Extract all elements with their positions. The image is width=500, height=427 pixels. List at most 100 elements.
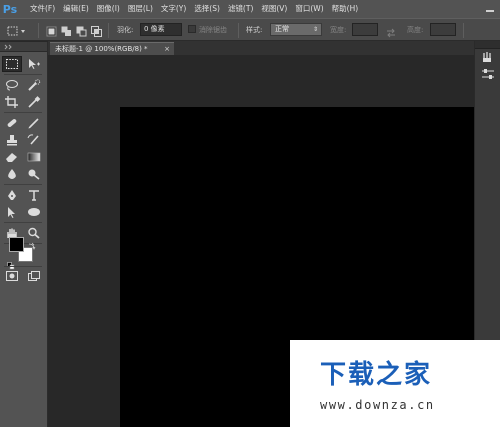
separator xyxy=(108,23,109,38)
healing-brush-icon xyxy=(7,119,17,127)
subtract-selection-icon[interactable] xyxy=(75,23,88,37)
screen-mode-button[interactable] xyxy=(24,268,44,284)
screen-mode-icon xyxy=(28,271,40,281)
menu-filter[interactable]: 滤镜(T) xyxy=(224,0,257,18)
dodge-tool[interactable] xyxy=(24,166,44,182)
type-icon xyxy=(29,190,39,201)
antialias-label: 消除锯齿 xyxy=(199,26,227,34)
menu-type[interactable]: 文字(Y) xyxy=(157,0,190,18)
move-icon xyxy=(29,59,40,69)
quick-mask-button[interactable] xyxy=(2,268,22,284)
history-brush-tool[interactable] xyxy=(24,132,44,148)
brush-tool[interactable] xyxy=(24,115,44,131)
path-selection-icon xyxy=(8,207,15,218)
quick-selection-icon xyxy=(28,79,41,91)
gradient-icon xyxy=(27,152,41,162)
quick-mask-icon xyxy=(6,271,18,281)
path-selection-tool[interactable] xyxy=(2,204,22,220)
menu-select[interactable]: 选择(S) xyxy=(190,0,224,18)
separator xyxy=(4,74,42,75)
default-colors-icon[interactable] xyxy=(7,255,15,270)
width-input[interactable] xyxy=(352,23,378,36)
menu-window[interactable]: 窗口(W) xyxy=(291,0,327,18)
eraser-tool[interactable] xyxy=(2,149,22,165)
eyedropper-icon xyxy=(28,96,41,108)
ellipse-tool[interactable] xyxy=(24,204,44,220)
lasso-tool[interactable] xyxy=(2,77,22,93)
brush-presets-button[interactable] xyxy=(480,51,496,65)
pen-tool[interactable] xyxy=(2,187,22,203)
separator xyxy=(4,184,42,185)
intersect-selection-icon[interactable] xyxy=(90,23,103,37)
crop-icon xyxy=(5,96,18,108)
style-label: 样式: xyxy=(246,26,263,34)
clone-stamp-tool[interactable] xyxy=(2,132,22,148)
brush-icon xyxy=(28,118,39,129)
document-tab-title: 未标题-1 @ 100%(RGB/8) * xyxy=(55,45,148,53)
width-label: 宽度: xyxy=(330,26,347,34)
document-tab-bar: 未标题-1 @ 100%(RGB/8) * × xyxy=(48,41,474,55)
separator xyxy=(4,112,42,113)
menu-view[interactable]: 视图(V) xyxy=(257,0,291,18)
history-brush-icon xyxy=(27,134,39,145)
separator xyxy=(238,23,239,38)
dodge-icon xyxy=(28,169,40,180)
style-select-value: 正常 xyxy=(275,25,289,33)
watermark-title: 下载之家 xyxy=(320,360,433,390)
marquee-preset-icon[interactable] xyxy=(6,23,25,36)
separator xyxy=(4,266,42,267)
adjust-button[interactable] xyxy=(480,67,496,81)
minimize-icon[interactable] xyxy=(480,0,500,18)
swap-dimensions-icon[interactable] xyxy=(385,24,397,38)
add-selection-icon[interactable] xyxy=(60,23,73,36)
tools-panel-header[interactable] xyxy=(0,42,47,52)
adjust-icon xyxy=(482,69,494,79)
new-selection-icon[interactable] xyxy=(45,23,58,37)
quick-selection-tool[interactable] xyxy=(24,77,44,93)
window-controls xyxy=(480,0,500,18)
rect-marquee-icon xyxy=(6,59,18,69)
crop-tool[interactable] xyxy=(2,94,22,110)
move-tool[interactable] xyxy=(24,56,44,72)
swap-colors-icon[interactable] xyxy=(28,235,36,250)
menu-layer[interactable]: 图层(L) xyxy=(124,0,157,18)
style-select[interactable]: 正常 ⇕ xyxy=(270,23,322,36)
tools-panel xyxy=(0,42,48,427)
feather-input[interactable]: 0 像素 xyxy=(140,23,182,36)
spot-healing-tool[interactable] xyxy=(2,115,22,131)
stamp-icon xyxy=(7,135,17,146)
height-input[interactable] xyxy=(430,23,456,36)
menu-image[interactable]: 图像(I) xyxy=(93,0,124,18)
blur-drop-icon xyxy=(8,169,16,179)
gradient-tool[interactable] xyxy=(24,149,44,165)
feather-label: 羽化: xyxy=(117,26,134,34)
close-icon[interactable]: × xyxy=(164,43,170,55)
menu-edit[interactable]: 编辑(E) xyxy=(59,0,93,18)
eyedropper-tool[interactable] xyxy=(24,94,44,110)
rect-marquee-tool[interactable] xyxy=(2,56,22,72)
pen-icon xyxy=(8,190,16,200)
ellipse-icon xyxy=(28,208,40,216)
menu-bar: Ps 文件(F) 编辑(E) 图像(I) 图层(L) 文字(Y) 选择(S) 滤… xyxy=(0,0,500,18)
menu-file[interactable]: 文件(F) xyxy=(26,0,59,18)
type-tool[interactable] xyxy=(24,187,44,203)
separator xyxy=(38,23,39,38)
blur-tool[interactable] xyxy=(2,166,22,182)
separator xyxy=(4,222,42,223)
menu-help[interactable]: 帮助(H) xyxy=(328,0,363,18)
watermark-url: www.downza.cn xyxy=(320,398,435,412)
separator xyxy=(463,23,464,38)
height-label: 高度: xyxy=(407,26,424,34)
lasso-icon xyxy=(6,80,18,91)
chevron-updown-icon: ⇕ xyxy=(312,26,318,33)
document-tab[interactable]: 未标题-1 @ 100%(RGB/8) * × xyxy=(50,42,174,55)
foreground-color-swatch[interactable] xyxy=(9,237,24,252)
eraser-icon xyxy=(6,153,17,162)
brush-presets-icon xyxy=(483,52,491,62)
options-bar: 羽化: 0 像素 消除锯齿 样式: 正常 ⇕ 宽度: 高度: xyxy=(0,18,500,41)
right-panel-header[interactable] xyxy=(475,41,500,49)
collapse-arrows-icon[interactable] xyxy=(4,44,14,50)
antialias-checkbox[interactable] xyxy=(188,25,196,33)
photoshop-window: Ps 文件(F) 编辑(E) 图像(I) 图层(L) 文字(Y) 选择(S) 滤… xyxy=(0,0,500,427)
ps-logo: Ps xyxy=(2,2,18,16)
